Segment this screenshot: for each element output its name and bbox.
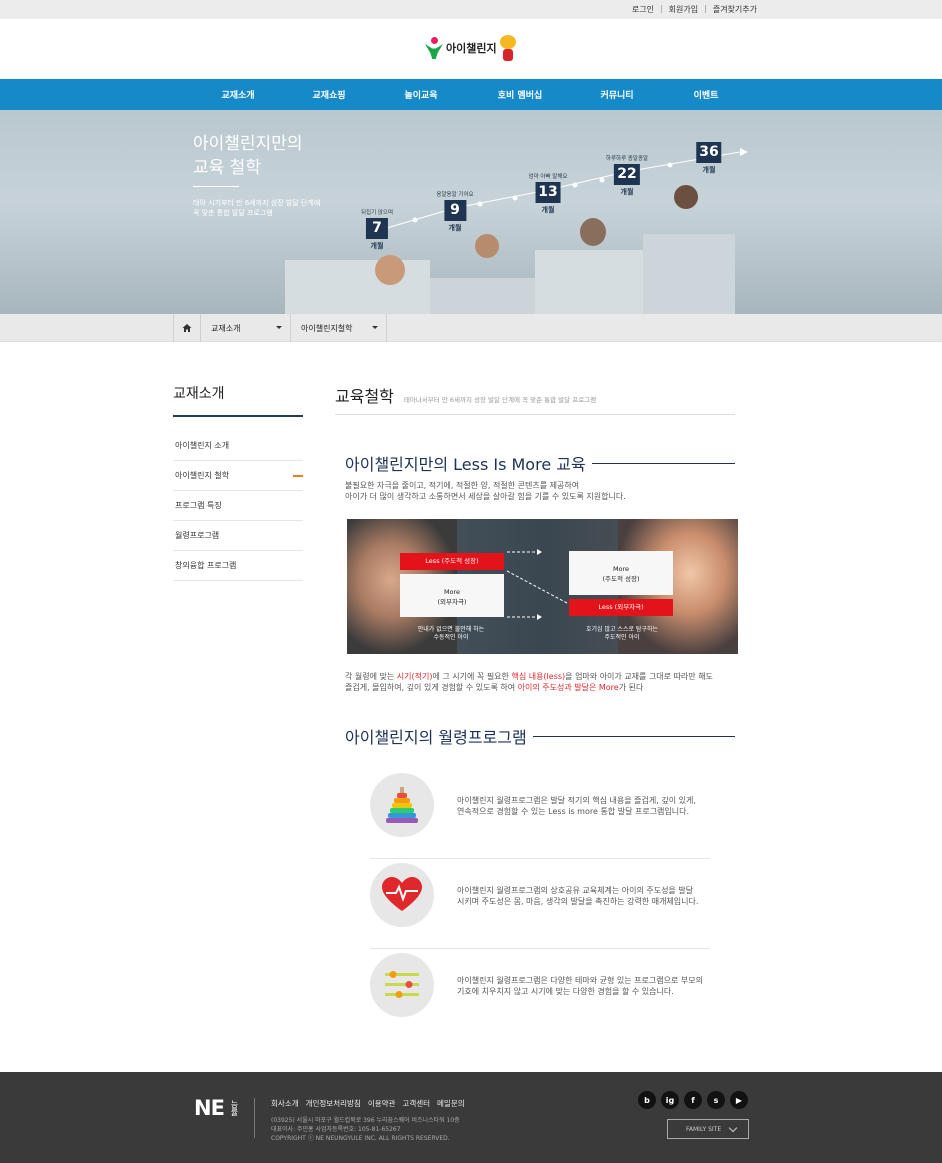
- less-more-diagram: Less (주도적 성장) More (외부자극) More (주도적 성장) Le…: [347, 519, 738, 654]
- footer-links: 회사소개 개인정보처리방침 이용약관 고객센터 메일문의: [271, 1098, 465, 1109]
- footer-address: (03925) 서울시 마포구 월드컵북로 396 누리꿈스퀘어 비즈니스타워 …: [271, 1117, 460, 1142]
- page: 로그인 | 회원가입 | 즐겨찾기추가 아이챌린지 교재소개 교재쇼핑 놀이교육…: [0, 0, 942, 1163]
- section-title-less-is-more: 아이챌린지만의 Less Is More 교육: [345, 451, 735, 475]
- baby-photo: [475, 234, 499, 258]
- blog-icon[interactable]: b: [638, 1091, 656, 1109]
- side-item-philosophy[interactable]: 아이챌린지 철학: [173, 461, 303, 491]
- home-button[interactable]: [173, 314, 201, 342]
- instagram-icon[interactable]: ig: [661, 1091, 679, 1109]
- child-photo: [580, 218, 606, 246]
- footer-link-mail[interactable]: 메일문의: [437, 1098, 465, 1109]
- join-link[interactable]: 회원가입: [669, 4, 698, 15]
- login-link[interactable]: 로그인: [632, 4, 654, 15]
- child-photo: [674, 185, 698, 209]
- section-intro-text: 불필요한 자극을 줄이고, 적기에, 적절한 양, 적절한 콘텐츠를 제공하여 …: [345, 481, 626, 501]
- ne-neungyule-logo: NE 능률: [194, 1096, 239, 1120]
- content-header: 교육철학 태아나서부터 만 6세까지 성장 발달 단계에 꼭 맞춘 통합 발달 …: [335, 383, 735, 415]
- logo-mark-icon: [425, 37, 443, 59]
- location-bar: 교재소개 아이챌린지철학: [0, 314, 942, 342]
- side-menu-title: 교재소개: [173, 383, 303, 417]
- side-item-features[interactable]: 프로그램 특징: [173, 491, 303, 521]
- monthly-item: 아이챌린지 월령프로그램의 상호공유 교육체계는 아이의 주도성을 발달 시키며 …: [370, 859, 710, 949]
- nav-item-shop[interactable]: 교재쇼핑: [312, 88, 345, 101]
- footer-link-privacy[interactable]: 개인정보처리방침: [306, 1098, 361, 1109]
- milestone-7: 뒤집기 앉으며 7 개월: [360, 210, 394, 250]
- active-indicator: [293, 475, 303, 477]
- section-explain-text: 각 월령에 맞는 시기(적기)에 그 시기에 꼭 필요한 핵심 내용(less)…: [345, 672, 713, 692]
- youtube-icon[interactable]: ▶: [730, 1091, 748, 1109]
- hero-divider: [193, 186, 239, 187]
- nav-item-membership[interactable]: 호비 멤버십: [498, 88, 543, 101]
- header: 아이챌린지: [0, 19, 942, 79]
- utility-bar: 로그인 | 회원가입 | 즐겨찾기추가: [0, 0, 942, 19]
- main-nav: 교재소개 교재쇼핑 놀이교육 호비 멤버십 커뮤니티 이벤트: [0, 79, 942, 110]
- facebook-icon[interactable]: f: [684, 1091, 702, 1109]
- family-site-select[interactable]: FAMILY SITE: [667, 1119, 749, 1139]
- favorite-link[interactable]: 즐겨찾기추가: [713, 4, 757, 15]
- monthly-item: 아이챌린지 월령프로그램은 발달 적기의 핵심 내용을 즐겁게, 깊이 있게, 연…: [370, 769, 710, 859]
- location-dropdown-2[interactable]: 아이챌린지철학: [291, 314, 387, 342]
- monthly-item-text: 아이챌린지 월령프로그램의 상호공유 교육체계는 아이의 주도성을 발달 시키며 …: [457, 886, 699, 906]
- nav-item-play[interactable]: 놀이교육: [404, 88, 437, 101]
- nav-item-event[interactable]: 이벤트: [694, 88, 719, 101]
- side-item-creative[interactable]: 창의융합 프로그램: [173, 551, 303, 581]
- less-left-box: Less (주도적 성장): [400, 553, 504, 570]
- monthly-item-text: 아이챌린지 월령프로그램은 다양한 테마와 균형 있는 프로그램으로 부모의 기호…: [457, 976, 703, 996]
- side-menu: 교재소개 아이챌린지 소개 아이챌린지 철학 프로그램 특징 월령프로그램 창의…: [173, 383, 303, 581]
- footer-link-support[interactable]: 고객센터: [402, 1098, 430, 1109]
- less-right-box: Less (외부자극): [569, 599, 673, 616]
- baby-photo: [375, 255, 405, 285]
- milestone-9: 옹알옹알 기어요 9 개월: [436, 192, 474, 232]
- chevron-down-icon: [728, 1123, 738, 1133]
- footer-link-company[interactable]: 회사소개: [271, 1098, 299, 1109]
- location-dropdown-2-label: 아이챌린지철학: [301, 324, 353, 333]
- logo-text: 아이챌린지: [446, 42, 497, 55]
- section-title-monthly: 아이챌린지의 월령프로그램: [345, 724, 735, 748]
- monthly-item-text: 아이챌린지 월령프로그램은 발달 적기의 핵심 내용을 즐겁게, 깊이 있게, 연…: [457, 796, 696, 816]
- hero-banner: 아이챌린지만의 교육 철학 태아 시기부터 만 6세까지 성장 발달 단계에 꼭…: [0, 110, 942, 314]
- monthly-item: 아이챌린지 월령프로그램은 다양한 테마와 균형 있는 프로그램으로 부모의 기호…: [370, 949, 710, 1039]
- page-title: 교육철학: [335, 387, 394, 406]
- ring-stack-icon: [370, 773, 434, 837]
- page-subtitle: 태아나서부터 만 6세까지 성장 발달 단계에 꼭 맞춘 통합 발달 프로그램: [403, 396, 597, 404]
- caret-down-icon: [276, 326, 282, 329]
- footer: NE 능률 회사소개 개인정보처리방침 이용약관 고객센터 메일문의 (0392…: [0, 1072, 942, 1163]
- main-content: 교육철학 태아나서부터 만 6세까지 성장 발달 단계에 꼭 맞춘 통합 발달 …: [335, 383, 738, 1017]
- home-icon: [182, 324, 192, 332]
- caret-down-icon: [372, 326, 378, 329]
- location-dropdown-1[interactable]: 교재소개: [201, 314, 291, 342]
- diagram-caption-left: 안내가 없으면 불안해 하는 수동적인 아이: [417, 626, 485, 641]
- hero-title: 아이챌린지만의 교육 철학: [193, 134, 303, 178]
- heart-pulse-icon: [370, 863, 434, 927]
- location-dropdown-1-label: 교재소개: [211, 324, 241, 333]
- diagram-caption-right: 호기심 많고 스스로 탐구하는 주도적인 아이: [586, 626, 658, 641]
- sns-links: b ig f s ▶: [638, 1091, 748, 1109]
- hero-description: 태아 시기부터 만 6세까지 성장 발달 단계에 꼭 맞춘 통합 발달 프로그램: [193, 199, 321, 217]
- story-icon[interactable]: s: [707, 1091, 725, 1109]
- footer-link-terms[interactable]: 이용약관: [368, 1098, 396, 1109]
- logo[interactable]: 아이챌린지: [425, 35, 516, 61]
- more-right-box: More (주도적 성장): [569, 551, 673, 595]
- more-left-box: More (외부자극): [400, 574, 504, 617]
- slider-icon: [370, 953, 434, 1017]
- nav-item-community[interactable]: 커뮤니티: [600, 88, 633, 101]
- tiger-mascot-icon: [499, 35, 516, 61]
- side-item-monthly[interactable]: 월령프로그램: [173, 521, 303, 551]
- side-item-intro[interactable]: 아이챌린지 소개: [173, 431, 303, 461]
- milestone-13: 엄마 아빠 말해요 13 개월: [528, 174, 568, 214]
- separator: |: [659, 4, 663, 13]
- milestone-22: 하루하루 종알종알 22 개월: [605, 156, 649, 196]
- separator: |: [704, 4, 707, 13]
- footer-divider: [254, 1098, 255, 1138]
- nav-item-intro[interactable]: 교재소개: [221, 88, 254, 101]
- milestone-36: 36 개월: [696, 140, 722, 175]
